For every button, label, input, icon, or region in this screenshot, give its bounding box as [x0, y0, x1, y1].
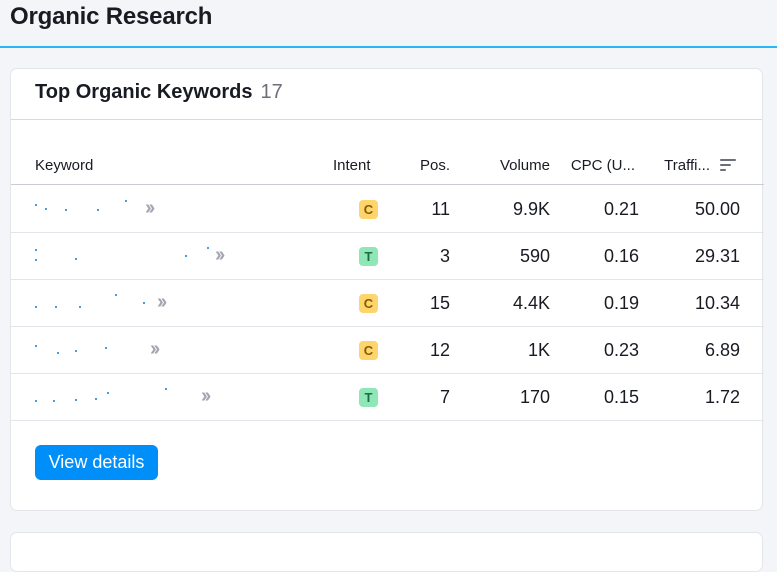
table-row: ›› T 3 590 0.16 29.31: [11, 233, 764, 280]
traffic-cell: 10.34: [694, 293, 740, 313]
sort-icon[interactable]: [720, 159, 736, 173]
cpc-cell: 0.15: [603, 387, 639, 407]
double-chevron-right-icon[interactable]: ››: [201, 385, 211, 408]
card-title: Top Organic Keywords: [35, 81, 253, 103]
position-cell: 7: [439, 387, 450, 407]
column-traffic[interactable]: Traffi...: [664, 157, 710, 174]
traffic-cell: 6.89: [704, 340, 740, 360]
volume-cell: 590: [519, 246, 550, 266]
intent-badge: C: [359, 294, 378, 313]
intent-badge: C: [359, 341, 378, 360]
column-cpc[interactable]: CPC (U...: [571, 157, 635, 174]
column-intent[interactable]: Intent: [333, 157, 371, 174]
table-header: Keyword Intent Pos. Volume CPC (U... Tra…: [11, 152, 764, 185]
column-pos[interactable]: Pos.: [420, 157, 450, 174]
intent-badge: C: [359, 200, 378, 219]
traffic-cell: 29.31: [694, 246, 740, 266]
double-chevron-right-icon[interactable]: ››: [157, 291, 167, 314]
page-title: Organic Research: [10, 3, 213, 30]
double-chevron-right-icon[interactable]: ››: [215, 244, 225, 267]
column-volume[interactable]: Volume: [500, 157, 550, 174]
position-cell: 3: [439, 246, 450, 266]
top-organic-keywords-card: Top Organic Keywords 17 Keyword Intent Po…: [10, 68, 764, 511]
double-chevron-right-icon[interactable]: ››: [145, 197, 155, 220]
volume-cell: 1K: [527, 340, 550, 360]
volume-cell: 4.4K: [512, 293, 550, 313]
table-row: ›› C 11 9.9K 0.21 50.00: [11, 186, 764, 233]
cpc-cell: 0.21: [603, 199, 639, 219]
traffic-cell: 1.72: [704, 387, 740, 407]
table-row: ›› C 12 1K 0.23 6.89: [11, 327, 764, 374]
page-header: Organic Research: [0, 0, 777, 48]
cpc-cell: 0.23: [603, 340, 639, 360]
cpc-cell: 0.16: [603, 246, 639, 266]
column-keyword[interactable]: Keyword: [35, 157, 93, 174]
keyword-count: 17: [260, 81, 283, 103]
view-details-button[interactable]: View details: [35, 445, 158, 480]
intent-badge: T: [359, 388, 378, 407]
card-header: Top Organic Keywords 17: [11, 69, 762, 120]
cpc-cell: 0.19: [603, 293, 639, 313]
position-cell: 15: [429, 293, 450, 313]
table-row: ›› T 7 170 0.15 1.72: [11, 374, 764, 421]
volume-cell: 9.9K: [512, 199, 550, 219]
double-chevron-right-icon[interactable]: ››: [150, 338, 160, 361]
volume-cell: 170: [519, 387, 550, 407]
position-cell: 12: [429, 340, 450, 360]
traffic-cell: 50.00: [694, 199, 740, 219]
next-card: [10, 532, 763, 572]
table-row: ›› C 15 4.4K 0.19 10.34: [11, 280, 764, 327]
position-cell: 11: [431, 199, 450, 219]
intent-badge: T: [359, 247, 378, 266]
